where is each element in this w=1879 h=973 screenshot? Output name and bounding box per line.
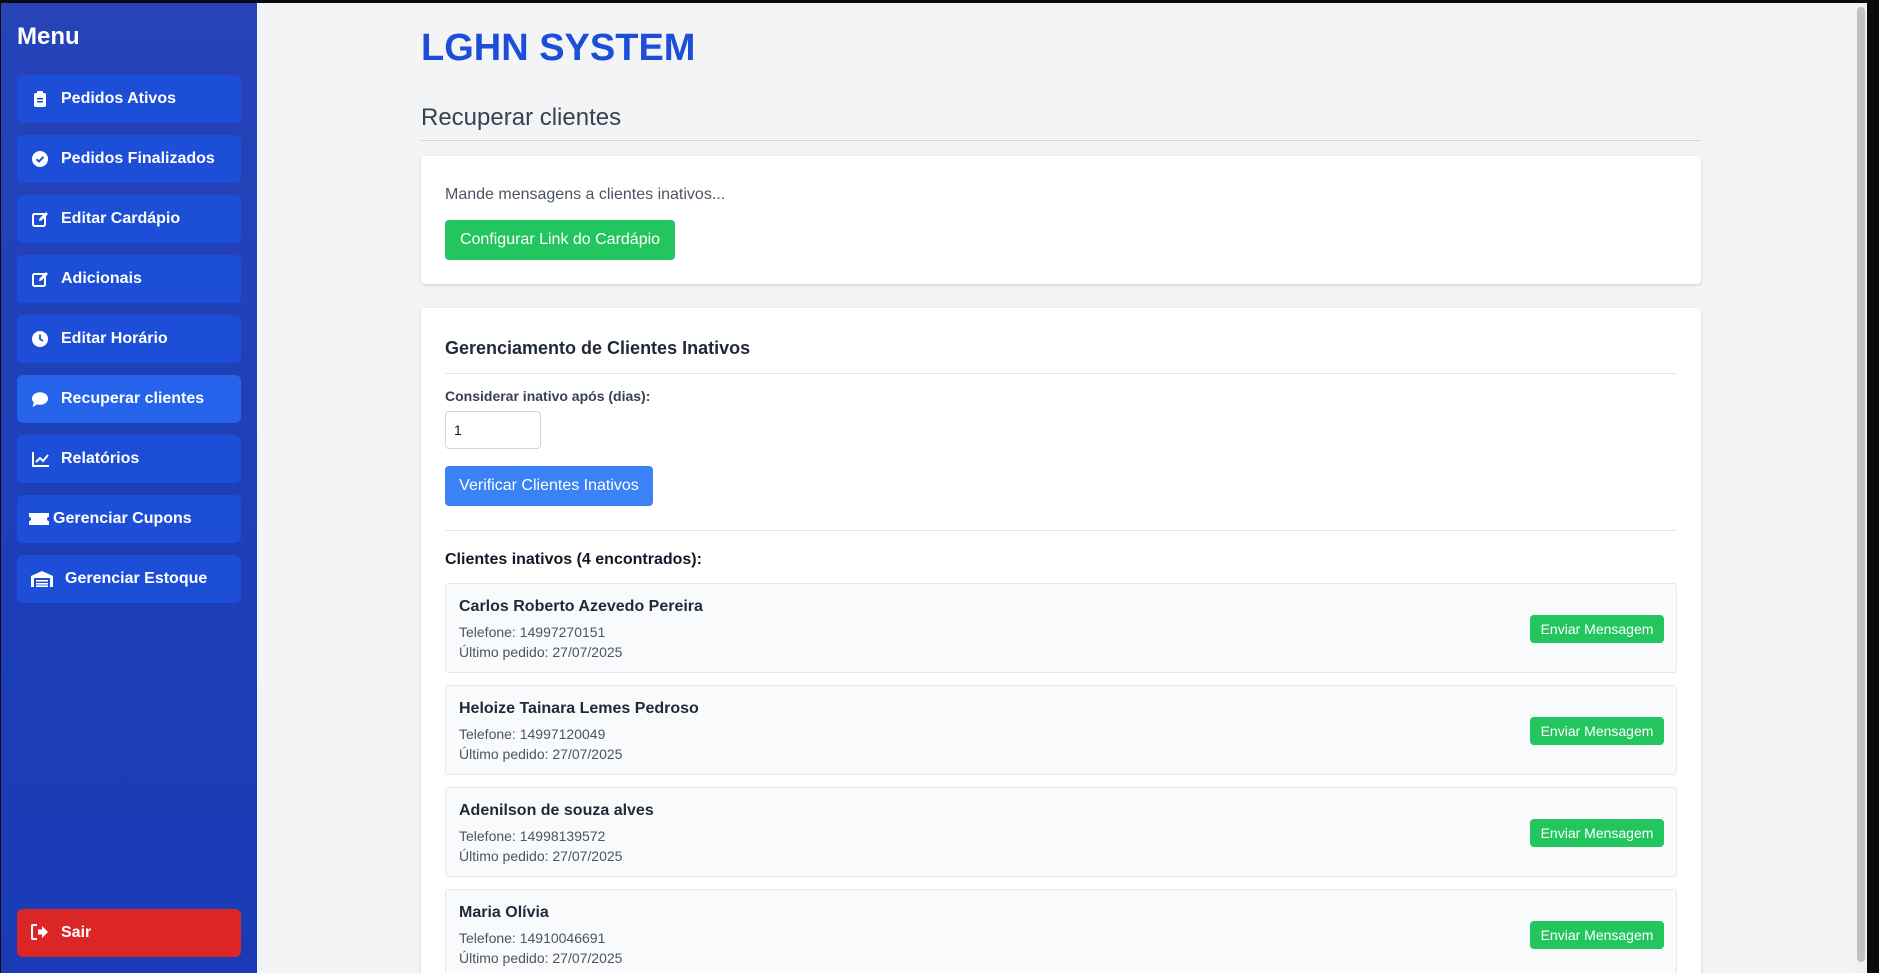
client-name: Adenilson de souza alves [459, 802, 654, 819]
intro-card: Mande mensagens a clientes inativos... C… [421, 156, 1701, 284]
client-phone: Telefone: 14910046691 [459, 930, 606, 946]
client-last-order: Último pedido: 27/07/2025 [459, 950, 623, 966]
sidebar-item-relatorios[interactable]: Relatórios [17, 435, 241, 483]
send-message-button[interactable]: Enviar Mensagem [1530, 717, 1664, 745]
inactive-days-input[interactable] [445, 411, 541, 449]
sidebar-item-gerenciar-cupons[interactable]: Gerenciar Cupons [17, 495, 241, 543]
line-chart-icon [31, 450, 49, 468]
client-list: Carlos Roberto Azevedo Pereira Telefone:… [445, 583, 1677, 973]
inactive-section-title: Gerenciamento de Clientes Inativos [445, 338, 1677, 374]
ticket-icon [29, 510, 49, 528]
warehouse-icon [31, 570, 53, 588]
sidebar-nav: Pedidos Ativos Pedidos Finalizados Edita… [17, 75, 241, 615]
sidebar-item-label: Pedidos Finalizados [61, 150, 215, 167]
list-item: Heloize Tainara Lemes Pedroso Telefone: … [445, 685, 1677, 775]
sidebar-item-label: Editar Cardápio [61, 210, 181, 227]
client-phone: Telefone: 14997270151 [459, 624, 606, 640]
list-item: Maria Olívia Telefone: 14910046691 Últim… [445, 889, 1677, 973]
list-item: Adenilson de souza alves Telefone: 14998… [445, 787, 1677, 877]
clipboard-icon [31, 90, 49, 108]
sidebar-item-recuperar-clientes[interactable]: Recuperar clientes [17, 375, 241, 423]
client-name: Heloize Tainara Lemes Pedroso [459, 700, 699, 717]
sidebar-item-gerenciar-estoque[interactable]: Gerenciar Estoque [17, 555, 241, 603]
days-label: Considerar inativo após (dias): [445, 388, 651, 404]
sidebar-item-label: Recuperar clientes [61, 390, 205, 407]
sidebar-item-label: Adicionais [61, 270, 142, 287]
send-message-button[interactable]: Enviar Mensagem [1530, 921, 1664, 949]
sidebar-item-editar-cardapio[interactable]: Editar Cardápio [17, 195, 241, 243]
sidebar: Menu Pedidos Ativos Pedidos Finalizados … [1, 3, 257, 973]
client-last-order: Último pedido: 27/07/2025 [459, 848, 623, 864]
logout-button[interactable]: Sair [17, 909, 241, 957]
chat-bubble-icon [31, 390, 49, 408]
inactive-clients-card: Gerenciamento de Clientes Inativos Consi… [421, 308, 1701, 973]
verify-inactive-button[interactable]: Verificar Clientes Inativos [445, 466, 653, 506]
client-phone: Telefone: 14998139572 [459, 828, 606, 844]
configure-menu-link-button[interactable]: Configurar Link do Cardápio [445, 220, 675, 260]
scrollbar-thumb[interactable] [1857, 7, 1865, 962]
client-phone: Telefone: 14997120049 [459, 726, 606, 742]
sidebar-item-pedidos-finalizados[interactable]: Pedidos Finalizados [17, 135, 241, 183]
edit-icon [31, 270, 49, 288]
client-name: Carlos Roberto Azevedo Pereira [459, 598, 703, 615]
menu-title: Menu [17, 23, 80, 50]
clock-icon [31, 330, 49, 348]
page-title: Recuperar clientes [421, 104, 1701, 141]
divider [445, 530, 1677, 531]
sidebar-item-editar-horario[interactable]: Editar Horário [17, 315, 241, 363]
send-message-button[interactable]: Enviar Mensagem [1530, 819, 1664, 847]
check-circle-icon [31, 150, 49, 168]
brand-title: LGHN SYSTEM [421, 27, 696, 69]
sidebar-item-label: Editar Horário [61, 330, 168, 347]
client-last-order: Último pedido: 27/07/2025 [459, 644, 623, 660]
sidebar-item-label: Pedidos Ativos [61, 90, 176, 107]
intro-text: Mande mensagens a clientes inativos... [445, 186, 726, 203]
client-name: Maria Olívia [459, 904, 549, 921]
sidebar-item-adicionais[interactable]: Adicionais [17, 255, 241, 303]
logout-label: Sair [61, 924, 92, 941]
send-message-button[interactable]: Enviar Mensagem [1530, 615, 1664, 643]
main-content: LGHN SYSTEM Recuperar clientes Mande men… [257, 3, 1867, 973]
sidebar-item-label: Gerenciar Estoque [65, 570, 208, 587]
app-window: Menu Pedidos Ativos Pedidos Finalizados … [1, 3, 1867, 973]
sidebar-item-pedidos-ativos[interactable]: Pedidos Ativos [17, 75, 241, 123]
sidebar-item-label: Relatórios [61, 450, 140, 467]
edit-icon [31, 210, 49, 228]
list-item: Carlos Roberto Azevedo Pereira Telefone:… [445, 583, 1677, 673]
vertical-scrollbar[interactable] [1855, 3, 1867, 973]
client-last-order: Último pedido: 27/07/2025 [459, 746, 623, 762]
inactive-count-label: Clientes inativos (4 encontrados): [445, 551, 702, 568]
sign-out-icon [31, 924, 49, 942]
sidebar-item-label: Gerenciar Cupons [53, 510, 192, 527]
